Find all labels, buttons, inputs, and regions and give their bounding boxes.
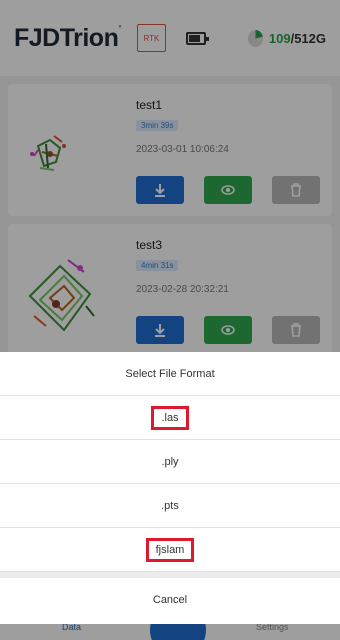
- sheet-title: Select File Format: [0, 352, 340, 396]
- option-label: .las: [151, 405, 189, 430]
- format-option-las[interactable]: .las: [0, 396, 340, 440]
- app-screen: FJDTrion° RTK 109/512G test1 3min 39s 20…: [0, 0, 340, 640]
- option-label: .pts: [161, 499, 179, 512]
- format-option-pts[interactable]: .pts: [0, 484, 340, 528]
- option-label: .ply: [161, 455, 179, 468]
- format-option-ply[interactable]: .ply: [0, 440, 340, 484]
- option-label: fjslam: [145, 537, 195, 562]
- file-format-sheet: Select File Format .las .ply .pts fjslam…: [0, 352, 340, 624]
- format-option-fjslam[interactable]: fjslam: [0, 528, 340, 572]
- cancel-button[interactable]: Cancel: [0, 578, 340, 622]
